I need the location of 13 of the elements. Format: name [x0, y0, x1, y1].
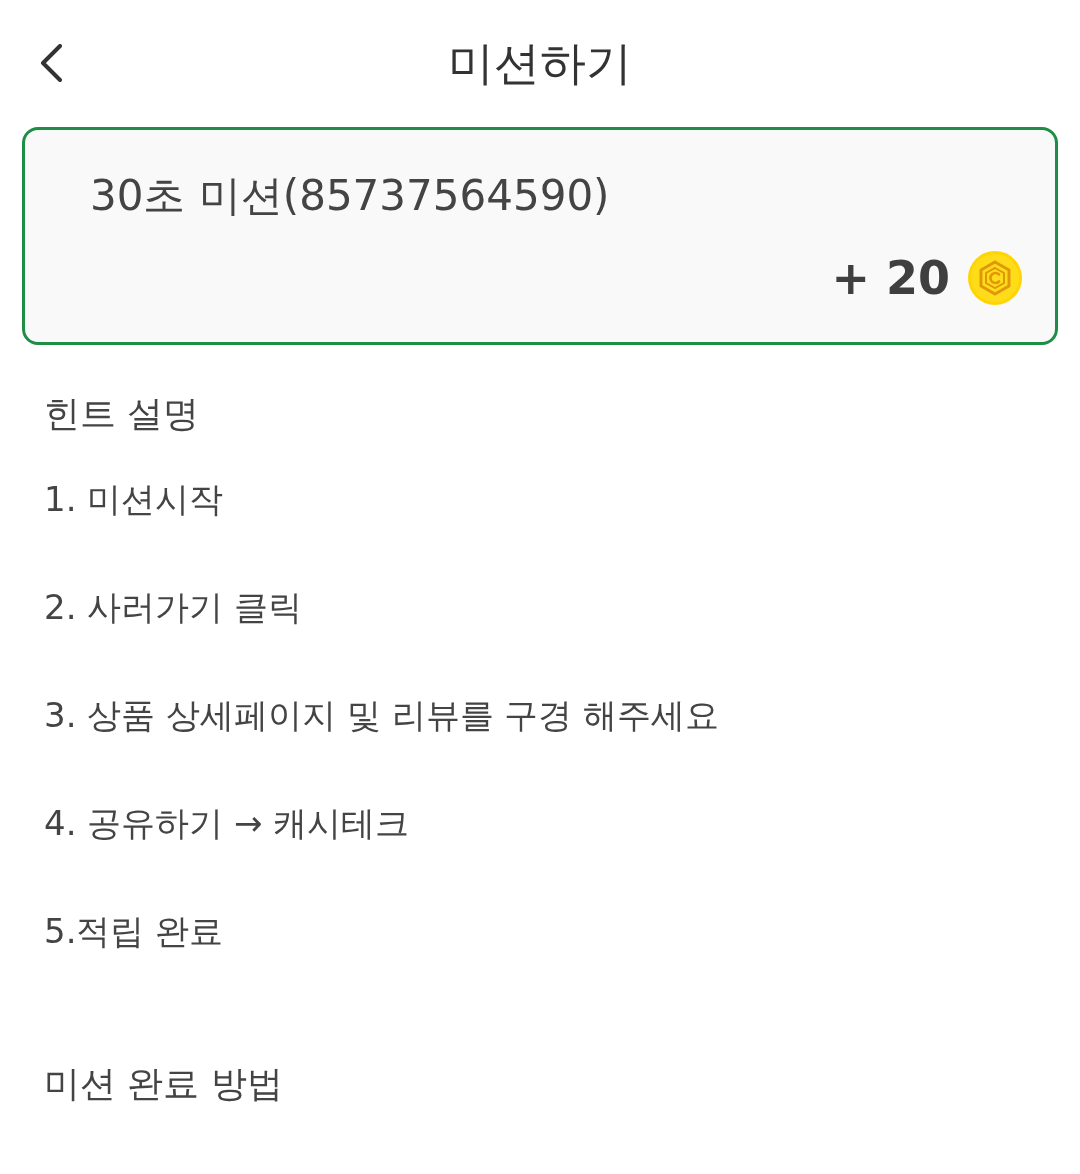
step-text: 1. 미션시작 [44, 478, 224, 521]
section-heading: 미션 완료 방법 [44, 1062, 283, 1106]
step-text: 4. 공유하기 → 캐시테크 [44, 802, 410, 845]
step-text: 2. 사러가기 클릭 [44, 586, 303, 629]
page-title: 미션하기 [448, 35, 632, 91]
coin-icon [968, 251, 1022, 305]
section-heading: 힌트 설명 [44, 392, 200, 436]
step-text: 5.적립 완료 [44, 910, 224, 953]
mission-title: 30초 미션(85737564590) [90, 170, 610, 222]
back-icon [40, 44, 62, 82]
reward-points: + 20 [831, 251, 950, 305]
step-text: 3. 상품 상세페이지 및 리뷰를 구경 해주세요 [44, 694, 720, 737]
back-button[interactable] [40, 44, 62, 82]
